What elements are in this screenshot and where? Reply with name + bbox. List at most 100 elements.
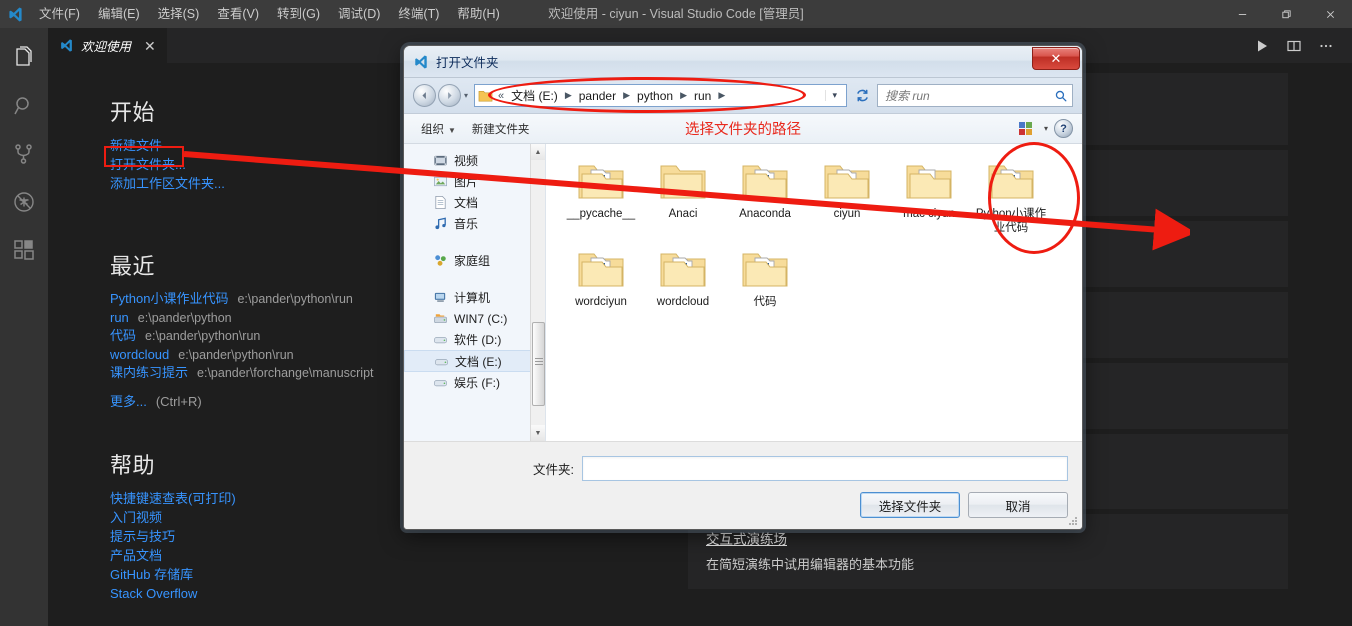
link-new-file[interactable]: 新建文件: [110, 136, 440, 155]
back-arrow-icon[interactable]: [413, 84, 436, 107]
restore-icon[interactable]: [1264, 0, 1308, 28]
list-item[interactable]: Anaci: [642, 156, 724, 244]
dialog-body: 视频 图片 文档 音乐 家庭组 计算机 WIN7 (C:) 软件 (D:) 文档…: [404, 144, 1082, 441]
screen: 文件(F) 编辑(E) 选择(S) 查看(V) 转到(G) 调试(D) 终端(T…: [0, 0, 1352, 626]
sidebar-item-search[interactable]: [0, 84, 48, 132]
folder-input[interactable]: [582, 456, 1068, 481]
menu-edit[interactable]: 编辑(E): [89, 0, 149, 28]
close-icon[interactable]: [1308, 0, 1352, 28]
nav-item-pictures[interactable]: 图片: [404, 171, 545, 192]
nav-item-homegroup[interactable]: 家庭组: [404, 250, 545, 271]
list-item[interactable]: run e:\pander\python: [110, 309, 440, 328]
recent-more[interactable]: 更多... (Ctrl+R): [110, 391, 440, 410]
nav-item-videos[interactable]: 视频: [404, 150, 545, 171]
vscode-menubar[interactable]: 文件(F) 编辑(E) 选择(S) 查看(V) 转到(G) 调试(D) 终端(T…: [30, 0, 509, 28]
address-dropdown-caret[interactable]: ▾: [825, 90, 843, 101]
help-link-github-repo[interactable]: GitHub 存储库: [110, 565, 440, 584]
breadcrumb-3[interactable]: run: [691, 88, 714, 104]
view-options-caret[interactable]: ▾: [1044, 124, 1048, 133]
list-item[interactable]: Python小课作业代码: [970, 156, 1052, 244]
sidebar-item-debug[interactable]: [0, 180, 48, 228]
breadcrumb-separator-icon[interactable]: ▶: [619, 90, 634, 101]
menu-go[interactable]: 转到(G): [268, 0, 329, 28]
navpane-scrollbar[interactable]: ▲ ▼: [530, 144, 545, 441]
scroll-up-icon[interactable]: ▲: [530, 144, 545, 160]
breadcrumb-separator-icon[interactable]: ▶: [714, 90, 729, 101]
list-item[interactable]: 代码 e:\pander\python\run: [110, 327, 440, 346]
recent-name[interactable]: Python小课作业代码: [110, 291, 228, 306]
resize-grip-icon[interactable]: [1068, 516, 1078, 526]
breadcrumb-separator-icon[interactable]: ▶: [561, 90, 576, 101]
menu-terminal[interactable]: 终端(T): [389, 0, 448, 28]
view-options-icon[interactable]: [1018, 122, 1034, 135]
sidebar-item-extensions[interactable]: [0, 228, 48, 276]
new-folder-button[interactable]: 新建文件夹: [464, 118, 538, 140]
breadcrumb-1[interactable]: pander: [576, 88, 619, 104]
tab-welcome[interactable]: 欢迎使用 ✕: [48, 28, 168, 63]
nav-item-drive-f[interactable]: 娱乐 (F:): [404, 372, 545, 393]
help-link-keyboard-shortcuts[interactable]: 快捷键速查表(可打印): [110, 489, 440, 508]
breadcrumb-overflow[interactable]: «: [494, 90, 508, 102]
menu-view[interactable]: 查看(V): [208, 0, 268, 28]
list-item[interactable]: mac ciyun: [888, 156, 970, 244]
nav-item-drive-c[interactable]: WIN7 (C:): [404, 308, 545, 329]
menu-debug[interactable]: 调试(D): [329, 0, 389, 28]
forward-arrow-icon[interactable]: [438, 84, 461, 107]
nav-item-drive-d[interactable]: 软件 (D:): [404, 329, 545, 350]
split-editor-icon[interactable]: [1280, 32, 1308, 60]
list-item[interactable]: Anaconda: [724, 156, 806, 244]
nav-item-label: 图片: [454, 175, 479, 189]
help-icon[interactable]: ?: [1054, 119, 1073, 138]
organize-button[interactable]: 组织 ▼: [413, 118, 464, 140]
help-link-stack-overflow[interactable]: Stack Overflow: [110, 584, 440, 603]
help-link-intro-videos[interactable]: 入门视频: [110, 508, 440, 527]
address-bar[interactable]: « 文档 (E:) ▶ pander ▶ python ▶ run ▶ ▾: [474, 84, 847, 107]
breadcrumb-separator-icon[interactable]: ▶: [676, 90, 691, 101]
run-icon[interactable]: [1248, 32, 1276, 60]
list-item[interactable]: wordcloud e:\pander\python\run: [110, 346, 440, 365]
list-item[interactable]: wordcloud: [642, 244, 724, 332]
sidebar-item-explorer[interactable]: [0, 36, 48, 84]
dialog-close-button[interactable]: ✕: [1032, 47, 1080, 70]
help-link-tips-tricks[interactable]: 提示与技巧: [110, 527, 440, 546]
recent-more-link[interactable]: 更多...: [110, 394, 147, 409]
list-item[interactable]: 代码: [724, 244, 806, 332]
history-dropdown-caret[interactable]: ▾: [464, 91, 468, 100]
nav-item-label: WIN7 (C:): [454, 311, 508, 326]
more-actions-icon[interactable]: [1312, 32, 1340, 60]
search-input[interactable]: 搜索 run: [877, 84, 1073, 107]
breadcrumb-2[interactable]: python: [634, 88, 676, 104]
list-item[interactable]: __pycache__: [560, 156, 642, 244]
sidebar-item-source-control[interactable]: [0, 132, 48, 180]
recent-name[interactable]: wordcloud: [110, 347, 169, 362]
tab-close-icon[interactable]: ✕: [144, 39, 156, 53]
window-controls[interactable]: [1220, 0, 1352, 28]
nav-item-drive-e[interactable]: 文档 (E:): [404, 350, 545, 372]
refresh-icon[interactable]: [851, 84, 873, 107]
recent-name[interactable]: 课内练习提示: [110, 365, 188, 380]
vscode-icon: [413, 54, 429, 70]
menu-file[interactable]: 文件(F): [30, 0, 89, 28]
link-add-workspace-folder[interactable]: 添加工作区文件夹...: [110, 174, 440, 193]
nav-item-music[interactable]: 音乐: [404, 213, 545, 234]
file-list-pane[interactable]: __pycache__ Anaci Anaconda ciyun mac ciy…: [546, 144, 1082, 441]
breadcrumb-0[interactable]: 文档 (E:): [508, 86, 561, 105]
scroll-down-icon[interactable]: ▼: [530, 425, 545, 441]
list-item[interactable]: wordciyun: [560, 244, 642, 332]
link-open-folder[interactable]: 打开文件夹...: [110, 155, 440, 174]
nav-item-computer[interactable]: 计算机: [404, 287, 545, 308]
cancel-button[interactable]: 取消: [968, 492, 1068, 518]
minimize-icon[interactable]: [1220, 0, 1264, 28]
recent-name[interactable]: run: [110, 310, 129, 325]
recent-path: e:\pander\python\run: [237, 292, 353, 306]
list-item[interactable]: Python小课作业代码 e:\pander\python\run: [110, 290, 440, 309]
recent-name[interactable]: 代码: [110, 328, 136, 343]
recent-path: e:\pander\python: [137, 310, 232, 325]
menu-selection[interactable]: 选择(S): [149, 0, 209, 28]
nav-item-documents[interactable]: 文档: [404, 192, 545, 213]
list-item[interactable]: ciyun: [806, 156, 888, 244]
help-link-product-docs[interactable]: 产品文档: [110, 546, 440, 565]
list-item[interactable]: 课内练习提示 e:\pander\forchange\manuscript: [110, 364, 440, 383]
select-folder-button[interactable]: 选择文件夹: [860, 492, 960, 518]
menu-help[interactable]: 帮助(H): [448, 0, 508, 28]
